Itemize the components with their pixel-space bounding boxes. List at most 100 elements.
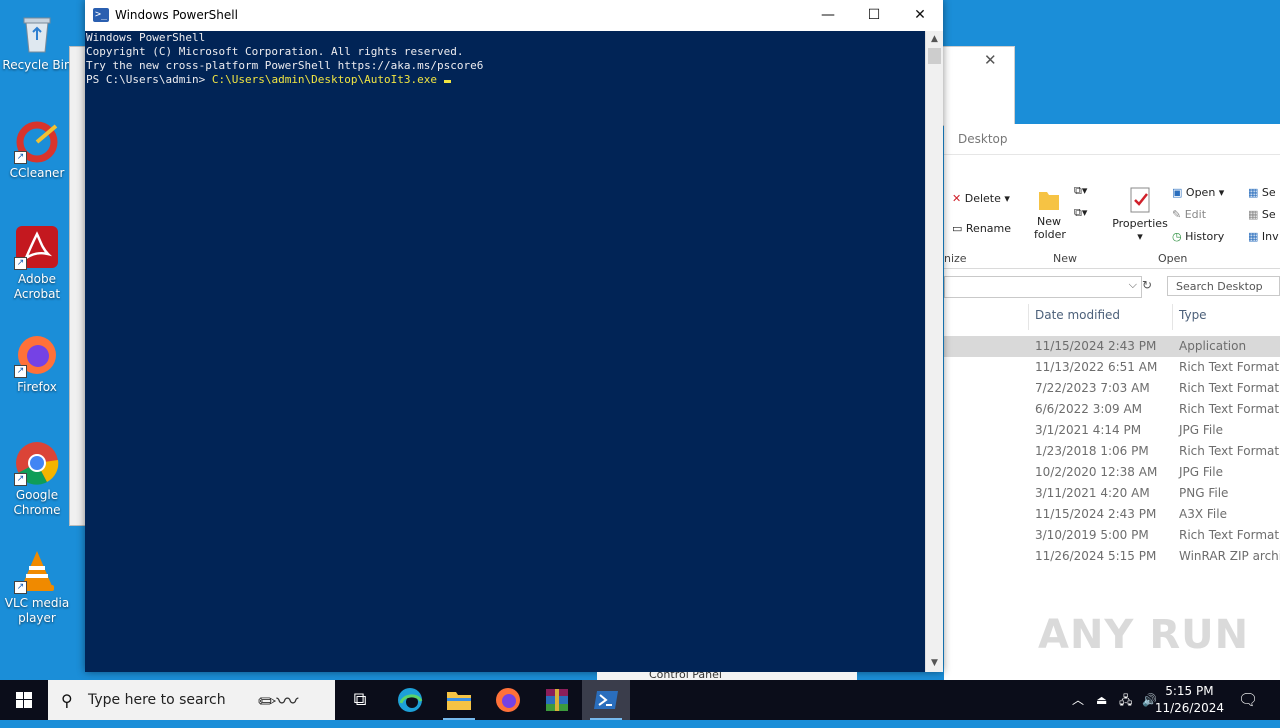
console-line: Windows PowerShell bbox=[86, 31, 206, 44]
background-window[interactable]: ✕ bbox=[940, 46, 1015, 126]
column-type[interactable]: Type bbox=[1179, 308, 1207, 322]
vertical-scrollbar[interactable]: ▲ ▼ bbox=[925, 31, 943, 672]
task-view-button[interactable]: ⧉ bbox=[336, 680, 384, 720]
scroll-down-icon[interactable]: ▼ bbox=[926, 655, 943, 672]
console-prompt-line[interactable]: PS C:\Users\admin> C:\Users\admin\Deskto… bbox=[86, 73, 483, 87]
close-button[interactable]: ✕ bbox=[897, 0, 943, 31]
file-explorer-window[interactable]: Desktop ✕ Delete ▾ ▭ Rename New folder ⧉… bbox=[944, 124, 1280, 680]
scrollbar-thumb[interactable] bbox=[928, 48, 941, 64]
notifications-icon[interactable]: 🗨 bbox=[1238, 680, 1258, 720]
file-date-modified: 6/6/2022 3:09 AM bbox=[1035, 402, 1143, 416]
desktop-icon-vlc[interactable]: ↗ VLC media player bbox=[2, 548, 72, 626]
edit-button[interactable]: ✎ Edit bbox=[1172, 208, 1206, 221]
close-icon[interactable]: ✕ bbox=[984, 51, 997, 69]
scroll-up-icon[interactable]: ▲ bbox=[926, 31, 943, 48]
file-row[interactable]: 7/22/2023 7:03 AM Rich Text Format bbox=[944, 378, 1280, 399]
taskbar-powershell[interactable] bbox=[582, 680, 630, 720]
chrome-icon: ↗ bbox=[14, 440, 60, 486]
file-type: PNG File bbox=[1179, 486, 1229, 500]
taskbar-file-explorer[interactable] bbox=[435, 680, 483, 720]
powershell-icon bbox=[594, 691, 618, 709]
address-bar[interactable]: ⌵ bbox=[944, 276, 1142, 298]
file-row[interactable]: 3/1/2021 4:14 PM JPG File bbox=[944, 420, 1280, 441]
file-row[interactable]: 11/13/2022 6:51 AM Rich Text Format bbox=[944, 357, 1280, 378]
control-panel-window-peek[interactable]: Control Panel bbox=[597, 672, 857, 680]
open-button[interactable]: ▣ Open ▾ bbox=[1172, 186, 1224, 199]
console-line: Try the new cross-platform PowerShell ht… bbox=[86, 59, 484, 72]
history-icon: ◷ bbox=[1172, 230, 1182, 243]
desktop-icon-label: Google Chrome bbox=[13, 488, 61, 517]
file-row[interactable]: 1/23/2018 1:06 PM Rich Text Format bbox=[944, 441, 1280, 462]
column-date-modified[interactable]: Date modified bbox=[1035, 308, 1120, 322]
column-separator[interactable] bbox=[1172, 304, 1173, 330]
desktop-icon-label: VLC media player bbox=[4, 596, 70, 625]
start-button[interactable] bbox=[0, 680, 48, 720]
history-button[interactable]: ◷ History bbox=[1172, 230, 1224, 243]
invert-selection-icon: ▦ bbox=[1248, 230, 1259, 243]
select-none-button[interactable]: ▦ Se bbox=[1248, 208, 1276, 221]
recycle-bin-icon bbox=[14, 10, 60, 56]
file-row[interactable]: 3/11/2021 4:20 AM PNG File bbox=[944, 483, 1280, 504]
file-row[interactable]: 6/6/2022 3:09 AM Rich Text Format bbox=[944, 399, 1280, 420]
easy-access-icon[interactable]: ⧉▾ bbox=[1074, 206, 1087, 220]
minimize-button[interactable]: — bbox=[805, 0, 851, 31]
console-area[interactable]: Windows PowerShell Copyright (C) Microsof… bbox=[85, 31, 926, 672]
clock-date: 11/26/2024 bbox=[1154, 701, 1224, 715]
rename-button[interactable]: ▭ Rename bbox=[952, 222, 1011, 235]
open-icon: ▣ bbox=[1172, 186, 1183, 199]
desktop-icon-firefox[interactable]: ↗ Firefox bbox=[2, 332, 72, 395]
file-date-modified: 3/11/2021 4:20 AM bbox=[1035, 486, 1150, 500]
taskbar-firefox[interactable] bbox=[484, 680, 532, 720]
shortcut-arrow-icon: ↗ bbox=[14, 151, 27, 164]
chevron-down-icon[interactable]: ⌵ bbox=[1129, 278, 1137, 292]
file-row[interactable]: 11/15/2024 2:43 PM Application bbox=[944, 336, 1280, 357]
taskbar-winrar[interactable] bbox=[533, 680, 581, 720]
file-row[interactable]: 11/26/2024 5:15 PM WinRAR ZIP archive bbox=[944, 546, 1280, 567]
taskbar-search-box[interactable]: ⚲ Type here to search ✏〰 bbox=[48, 680, 335, 720]
powershell-window[interactable]: >_ Windows PowerShell — ☐ ✕ Windows Powe… bbox=[85, 0, 943, 672]
console-line: Copyright (C) Microsoft Corporation. All… bbox=[86, 45, 464, 58]
delete-button[interactable]: ✕ Delete ▾ bbox=[952, 192, 1010, 205]
new-folder-button[interactable]: New folder bbox=[1034, 186, 1066, 241]
taskbar-edge[interactable] bbox=[386, 680, 434, 720]
file-type: JPG File bbox=[1179, 465, 1223, 479]
file-type: Rich Text Format bbox=[1179, 444, 1280, 458]
delete-icon: ✕ bbox=[952, 192, 962, 205]
desktop-icon-recycle-bin[interactable]: Recycle Bin bbox=[2, 10, 72, 73]
desktop-icon-adobe-acrobat[interactable]: ↗ Adobe Acrobat bbox=[2, 224, 72, 302]
explorer-title: Desktop bbox=[944, 124, 1280, 155]
search-input[interactable]: Search Desktop bbox=[1167, 276, 1280, 296]
file-row[interactable]: 10/2/2020 12:38 AM JPG File bbox=[944, 462, 1280, 483]
windows-logo-icon bbox=[16, 692, 32, 708]
properties-button[interactable]: Properties ▾ bbox=[1112, 186, 1168, 243]
search-highlight-doodle-icon: ✏〰 bbox=[258, 690, 299, 715]
shortcut-arrow-icon: ↗ bbox=[14, 257, 27, 270]
file-row[interactable]: 11/15/2024 2:43 PM A3X File bbox=[944, 504, 1280, 525]
file-type: A3X File bbox=[1179, 507, 1227, 521]
powershell-titlebar[interactable]: >_ Windows PowerShell — ☐ ✕ bbox=[85, 0, 943, 31]
file-row[interactable]: 3/10/2019 5:00 PM Rich Text Format bbox=[944, 525, 1280, 546]
edit-icon: ✎ bbox=[1172, 208, 1182, 221]
refresh-icon[interactable]: ↻ bbox=[1142, 278, 1152, 292]
maximize-button[interactable]: ☐ bbox=[851, 0, 897, 31]
network-icon[interactable]: 🖧 bbox=[1119, 680, 1132, 720]
desktop-icon-label: Adobe Acrobat bbox=[13, 272, 61, 301]
copy-path-icon[interactable]: ⧉▾ bbox=[1074, 184, 1087, 198]
taskbar: ⚲ Type here to search ✏〰 ⧉ ︿ ⏏ 🖧 🔊 5:15 … bbox=[0, 680, 1280, 720]
show-hidden-icons-icon[interactable]: ︿ bbox=[1072, 680, 1084, 720]
usb-device-icon[interactable]: ⏏ bbox=[1096, 680, 1107, 720]
desktop-icon-ccleaner[interactable]: ↗ CCleaner bbox=[2, 118, 72, 181]
file-type: WinRAR ZIP archive bbox=[1179, 549, 1280, 563]
select-all-button[interactable]: ▦ Se bbox=[1248, 186, 1276, 199]
column-separator[interactable] bbox=[1028, 304, 1029, 330]
invert-selection-button[interactable]: ▦ Inv bbox=[1248, 230, 1279, 243]
file-date-modified: 1/23/2018 1:06 PM bbox=[1035, 444, 1149, 458]
folder-icon bbox=[447, 692, 471, 710]
winrar-icon bbox=[546, 689, 568, 711]
vlc-icon: ↗ bbox=[14, 548, 60, 594]
powershell-icon: >_ bbox=[93, 8, 109, 22]
desktop-icon-google-chrome[interactable]: ↗ Google Chrome bbox=[2, 440, 72, 518]
rename-icon: ▭ bbox=[952, 222, 963, 235]
file-type: Application bbox=[1179, 339, 1247, 353]
taskbar-clock[interactable]: 5:15 PM 11/26/2024 bbox=[1155, 683, 1224, 717]
